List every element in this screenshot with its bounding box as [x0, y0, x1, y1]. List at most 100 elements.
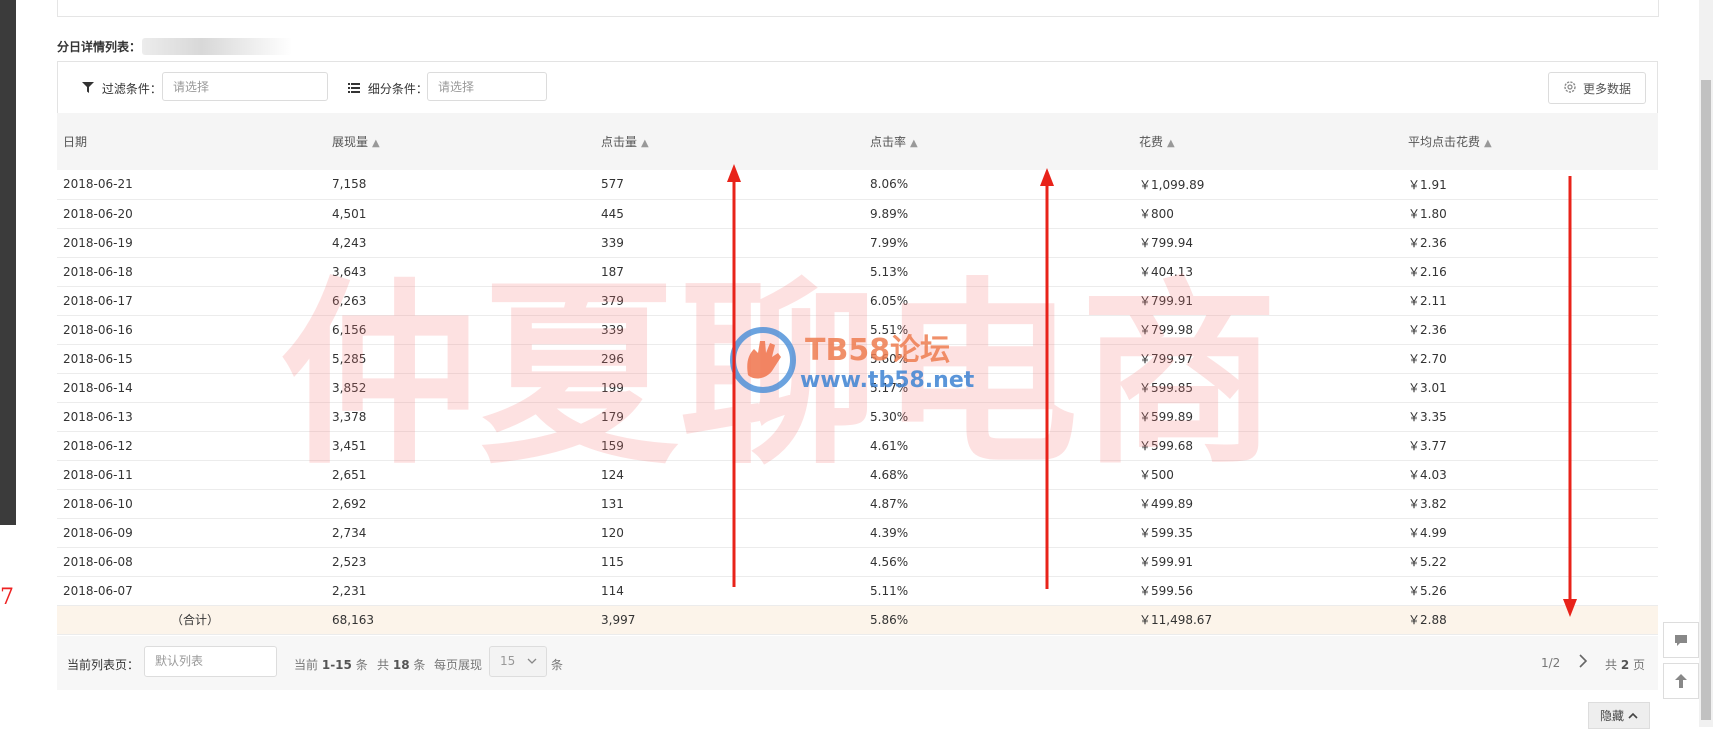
table-row: 2018-06-10 2,692 131 4.87% ￥499.89 ￥3.82 — [57, 489, 1658, 518]
table-cell: ￥599.85 — [1139, 381, 1193, 395]
table-cell: 6.05% — [870, 293, 909, 308]
table-cell: ￥2.36 — [1408, 236, 1447, 250]
table-cell: 445 — [601, 206, 624, 221]
table-cell: ￥599.91 — [1139, 555, 1193, 569]
filter-icon — [82, 82, 98, 96]
table-cell: ￥499.89 — [1139, 497, 1193, 511]
section-title: 分日详情列表： — [57, 40, 142, 54]
filter-condition: 过滤条件： — [82, 80, 162, 97]
chat-icon[interactable] — [1663, 622, 1699, 658]
table-cell: 124 — [601, 467, 624, 482]
table-cell: 114 — [601, 583, 624, 598]
table-cell: 5.13% — [870, 264, 909, 279]
table-cell: 199 — [601, 380, 624, 395]
table-row: 2018-06-14 3,852 199 5.17% ￥599.85 ￥3.01 — [57, 373, 1658, 402]
table-cell: ￥599.35 — [1139, 526, 1193, 540]
per-page-select[interactable]: 15 — [489, 646, 547, 677]
table-row: 2018-06-07 2,231 114 5.11% ￥599.56 ￥5.26 — [57, 576, 1658, 605]
table-cell: 296 — [601, 351, 624, 366]
table-cell: 339 — [601, 322, 624, 337]
table-cell: 2018-06-08 — [63, 554, 133, 569]
per-page-value: 15 — [500, 654, 516, 668]
table-cell: 2018-06-14 — [63, 380, 133, 395]
table-cell: 3,451 — [332, 438, 367, 453]
arrow-up-icon[interactable] — [1663, 663, 1699, 699]
chevron-right-icon[interactable] — [1578, 654, 1588, 671]
table-cell: 8.06% — [870, 177, 909, 192]
table-row: 2018-06-15 5,285 296 5.60% ￥799.97 ￥2.70 — [57, 344, 1658, 373]
hide-label: 隐藏 — [1599, 709, 1624, 723]
more-data-button[interactable]: 更多数据 — [1548, 72, 1646, 104]
sort-up-icon[interactable]: ▲ — [910, 138, 918, 149]
sort-up-icon[interactable]: ▲ — [1167, 138, 1175, 149]
table-cell: 159 — [601, 438, 624, 453]
table-row: 2018-06-20 4,501 445 9.89% ￥800 ￥1.80 — [57, 199, 1658, 228]
table-row: 2018-06-12 3,451 159 4.61% ￥599.68 ￥3.77 — [57, 431, 1658, 460]
table-cell: 5,285 — [332, 351, 367, 366]
table-cell: 2018-06-15 — [63, 351, 133, 366]
table-cell: ￥5.26 — [1408, 584, 1447, 598]
table-cell: （合计） — [171, 613, 220, 627]
table-cell: 2,734 — [332, 525, 367, 540]
column-header-avg-cpc[interactable]: 平均点击花费 ▲ — [1402, 113, 1658, 170]
table-cell: ￥799.94 — [1139, 236, 1193, 250]
filter-label: 过滤条件： — [101, 82, 162, 96]
table-cell: 5.60% — [870, 351, 909, 366]
column-header-label: 平均点击花费 — [1408, 135, 1481, 149]
table-cell: 379 — [601, 293, 624, 308]
table-cell: ￥2.70 — [1408, 352, 1447, 366]
sort-up-icon[interactable]: ▲ — [1484, 138, 1492, 149]
table-cell: 179 — [601, 409, 624, 424]
table-cell: ￥2.16 — [1408, 265, 1447, 279]
table-cell: 2018-06-12 — [63, 438, 133, 453]
table-cell: 2018-06-18 — [63, 264, 133, 279]
table-cell: ￥1,099.89 — [1139, 177, 1205, 192]
table-row: 2018-06-17 6,263 379 6.05% ￥799.91 ￥2.11 — [57, 286, 1658, 315]
list-icon — [348, 82, 364, 96]
column-header-impressions[interactable]: 展现量 ▲ — [326, 113, 595, 170]
table-cell: 5.30% — [870, 409, 909, 424]
filter-bar: 过滤条件： 请选择 细分条件： 请选择 更多数据 — [57, 61, 1658, 114]
table-cell: ￥500 — [1139, 468, 1174, 482]
column-header-cost[interactable]: 花费 ▲ — [1133, 113, 1402, 170]
table-cell: ￥599.68 — [1139, 439, 1193, 453]
scrollbar-thumb[interactable] — [1701, 80, 1711, 720]
top-panel — [57, 0, 1659, 17]
sort-up-icon[interactable]: ▲ — [641, 138, 649, 149]
table-cell: ￥1.91 — [1408, 177, 1447, 192]
table-cell: 4.56% — [870, 554, 909, 569]
table-cell: 2018-06-19 — [63, 235, 133, 250]
table-cell: 5.86% — [870, 612, 909, 627]
table-cell: 7.99% — [870, 235, 909, 250]
page-total: 共 2 页 — [1605, 658, 1646, 672]
table-cell: 3,643 — [332, 264, 367, 279]
table-cell: 3,852 — [332, 380, 367, 395]
daily-detail-table: 日期 展现量 ▲ 点击量 ▲ 点击率 ▲ 花费 ▲ 平均点击花费 ▲ 2018-06-21… — [57, 113, 1658, 635]
table-total-row: （合计） 68,163 3,997 5.86% ￥11,498.67 ￥2.88 — [57, 605, 1658, 634]
table-row: 2018-06-13 3,378 179 5.30% ￥599.89 ￥3.35 — [57, 402, 1658, 431]
table-cell: 4.87% — [870, 496, 909, 511]
table-cell: 3,997 — [601, 612, 636, 627]
table-cell: 2,651 — [332, 467, 367, 482]
segment-select[interactable]: 请选择 — [427, 72, 547, 101]
column-header-clicks[interactable]: 点击量 ▲ — [595, 113, 864, 170]
table-cell: 9.89% — [870, 206, 909, 221]
left-sidebar-edge — [0, 0, 16, 525]
table-cell: ￥599.89 — [1139, 410, 1193, 424]
filter-select[interactable]: 请选择 — [162, 72, 328, 101]
table-cell: ￥800 — [1139, 207, 1174, 221]
table-cell: 115 — [601, 554, 624, 569]
column-header-label: 展现量 — [332, 135, 369, 149]
hide-button[interactable]: 隐藏 — [1588, 702, 1650, 729]
table-cell: 6,156 — [332, 322, 367, 337]
column-header-ctr[interactable]: 点击率 ▲ — [864, 113, 1133, 170]
table-cell: 2018-06-10 — [63, 496, 133, 511]
list-select[interactable]: 默认列表 — [144, 646, 277, 677]
sort-up-icon[interactable]: ▲ — [372, 138, 380, 149]
table-cell: ￥3.01 — [1408, 381, 1447, 395]
range-info: 当前 1-15 条 — [294, 658, 368, 672]
table-row: 2018-06-19 4,243 339 7.99% ￥799.94 ￥2.36 — [57, 228, 1658, 257]
table-cell: ￥1.80 — [1408, 207, 1447, 221]
side-annotation: 7 — [0, 585, 14, 610]
table-cell: ￥2.36 — [1408, 323, 1447, 337]
